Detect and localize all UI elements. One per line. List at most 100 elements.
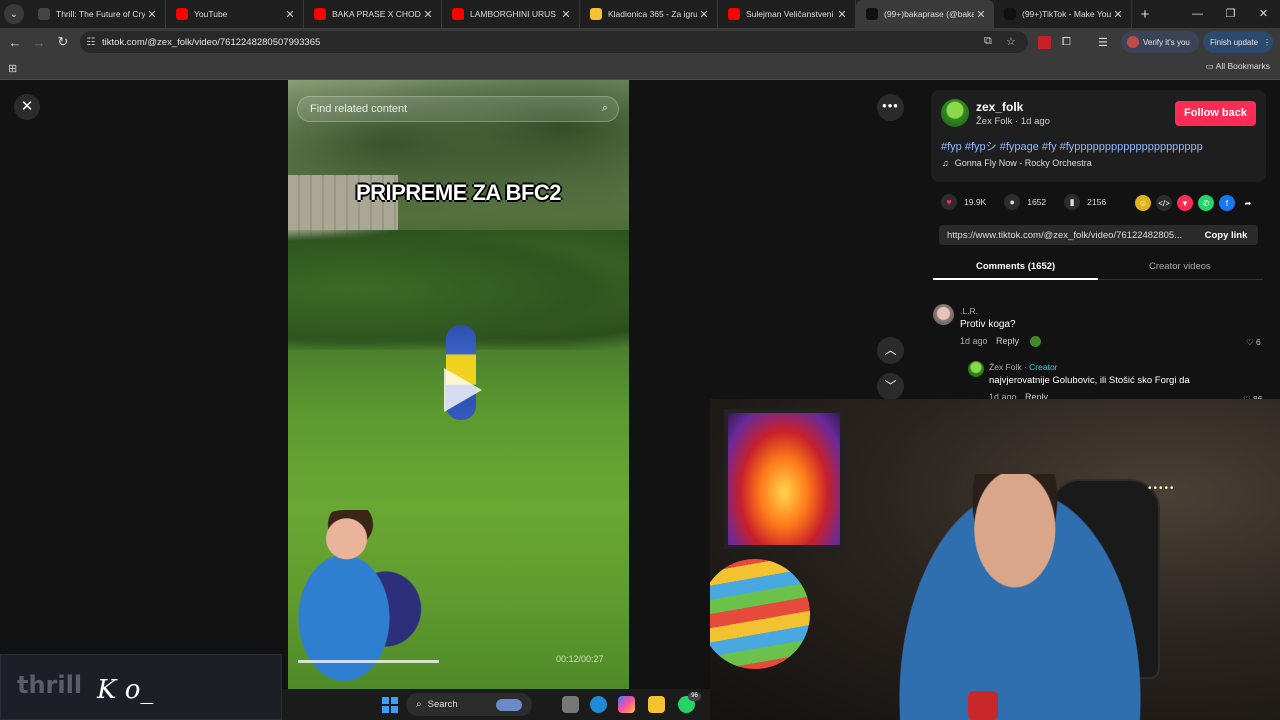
chevron-up-icon: ︿ <box>884 343 897 357</box>
search-icon[interactable]: ⌕ <box>602 102 608 115</box>
heart-icon: ♥ <box>941 194 957 210</box>
share-icons: ☺ </> ▼ ✆ f ➦ <box>1135 195 1261 211</box>
taskbar-search[interactable]: ⌕ Search <box>406 693 532 716</box>
reply-author-name: Žex Folk <box>989 362 1022 372</box>
creator-username[interactable]: zex_folk <box>976 100 1023 114</box>
tab-strip: ⌄ Thrill: The Future of Crypto✕YouTube✕B… <box>0 0 1280 28</box>
extension-s-icon[interactable] <box>1038 31 1051 53</box>
comment-button[interactable]: ● 1652 <box>1004 194 1046 210</box>
browser-tab[interactable]: (99+)bakaprase (@bakap ✕ <box>856 0 994 28</box>
reload-icon[interactable]: ↻ <box>51 34 75 50</box>
facebook-icon[interactable]: f <box>1219 195 1235 211</box>
close-tab-icon[interactable]: ✕ <box>974 8 988 21</box>
kebab-icon: ⋮ <box>1263 37 1272 47</box>
like-count: 19.9K <box>964 197 987 207</box>
comment-author[interactable]: .L.R. <box>960 306 978 316</box>
share-arrow-icon[interactable]: ➦ <box>1240 195 1256 211</box>
music-row[interactable]: ♫ Gonna Fly Now - Rocky Orchestra <box>942 158 1092 168</box>
install-icon[interactable]: ⧉ <box>984 35 992 48</box>
thrill-favicon-icon <box>38 8 50 20</box>
more-options-button[interactable]: ••• <box>877 94 904 121</box>
browser-tab[interactable]: Kladionica 365 - Za igru s ✕ <box>580 0 718 28</box>
close-tab-icon[interactable]: ✕ <box>1111 8 1125 21</box>
address-bar[interactable]: ☷ tiktok.com/@zex_folk/video/76122482805… <box>80 31 1028 53</box>
next-video-button[interactable]: ﹀ <box>877 373 904 400</box>
browser-tab[interactable]: BAKA PRASE X CHODA - L✕ <box>304 0 442 28</box>
minimize-icon[interactable]: — <box>1181 0 1214 28</box>
close-tab-icon[interactable]: ✕ <box>283 8 297 21</box>
close-window-icon[interactable]: ✕ <box>1247 0 1280 28</box>
tv-fireplace <box>724 409 844 549</box>
browser-tab[interactable]: Thrill: The Future of Crypto✕ <box>28 0 166 28</box>
copy-link-button[interactable]: Copy link <box>1194 230 1258 241</box>
follow-back-button[interactable]: Follow back <box>1175 101 1256 126</box>
restore-icon[interactable]: ❐ <box>1214 0 1247 28</box>
close-tab-icon[interactable]: ✕ <box>835 8 849 21</box>
send-icon[interactable]: ▼ <box>1177 195 1193 211</box>
browser-tab-title: Sulejman Veličanstveni Ep <box>746 9 835 19</box>
chevron-down-icon: ﹀ <box>884 379 897 393</box>
comment-count: 1652 <box>1027 197 1047 207</box>
close-video-button[interactable]: ✕ <box>14 94 40 120</box>
related-search-input[interactable]: Find related content ⌕ <box>297 96 619 122</box>
embed-icon[interactable]: </> <box>1156 195 1172 211</box>
forward-icon[interactable]: → <box>27 35 51 50</box>
finish-update-button[interactable]: Finish update ⋮ <box>1203 31 1273 53</box>
whatsapp-icon[interactable]: ✆ <box>1198 195 1214 211</box>
site-info-icon[interactable]: ☷ <box>80 37 102 48</box>
edge-icon[interactable] <box>590 696 607 713</box>
windows-start-icon[interactable] <box>382 697 398 713</box>
video-progress-bar[interactable] <box>298 660 439 663</box>
commenter-avatar[interactable] <box>933 304 954 325</box>
browser-tab[interactable]: LAMBORGHINI URUS MA✕ <box>442 0 580 28</box>
apps-grid-icon[interactable]: ⊞ <box>8 62 17 75</box>
close-tab-icon[interactable]: ✕ <box>559 8 573 21</box>
heart-outline-icon: ♡ <box>1246 337 1254 347</box>
youtube-favicon-icon <box>452 8 464 20</box>
search-icon: ⌕ <box>416 699 422 710</box>
new-tab-button[interactable]: + <box>1132 0 1158 28</box>
close-tab-icon[interactable]: ✕ <box>421 8 435 21</box>
close-icon: ✕ <box>20 98 34 115</box>
windows-taskbar: ⌕ Search 96 <box>282 689 710 720</box>
comment-like-button[interactable]: ♡ 6 <box>1246 337 1261 348</box>
copilot-icon[interactable] <box>618 696 635 713</box>
tab-creator-videos[interactable]: Creator videos <box>1149 261 1211 272</box>
drink-can <box>968 691 998 720</box>
all-bookmarks-label: All Bookmarks <box>1215 61 1270 71</box>
creator-avatar[interactable] <box>941 99 969 127</box>
like-button[interactable]: ♥ 19.9K <box>941 194 986 210</box>
reading-list-icon[interactable]: ☰ <box>1098 31 1108 53</box>
comment-reply-button[interactable]: Reply <box>996 336 1019 346</box>
share-link-url[interactable]: https://www.tiktok.com/@zex_folk/video/7… <box>939 230 1194 241</box>
close-tab-icon[interactable]: ✕ <box>145 8 159 21</box>
bookmark-star-icon[interactable]: ☆ <box>1006 35 1016 48</box>
url-text: tiktok.com/@zex_folk/video/7612248280507… <box>102 36 321 48</box>
browser-tab[interactable]: Sulejman Veličanstveni Ep✕ <box>718 0 856 28</box>
browser-toolbar: ← → ↻ ☷ tiktok.com/@zex_folk/video/76122… <box>0 28 1280 56</box>
tab-comments[interactable]: Comments (1652) <box>976 261 1055 272</box>
browser-tab[interactable]: (99+)TikTok - Make Your ✕ <box>994 0 1132 28</box>
reply-author[interactable]: Žex Folk · Creator <box>989 362 1058 372</box>
streamer <box>890 474 1150 720</box>
all-bookmarks-button[interactable]: ▭ All Bookmarks <box>1206 61 1270 72</box>
video-player[interactable]: Find related content ⌕ PRIPREME ZA BFC2 … <box>288 80 629 689</box>
music-title: Gonna Fly Now - Rocky Orchestra <box>954 158 1092 168</box>
music-note-icon: ♫ <box>942 158 949 168</box>
task-view-icon[interactable] <box>562 696 579 713</box>
verify-button[interactable]: Verify it's you <box>1121 31 1199 53</box>
extensions-puzzle-icon[interactable]: ⧠ <box>1062 31 1071 53</box>
previous-video-button[interactable]: ︿ <box>877 337 904 364</box>
browser-tab[interactable]: YouTube ✕ <box>166 0 304 28</box>
play-icon[interactable] <box>444 368 482 412</box>
reply-avatar[interactable] <box>968 361 984 377</box>
file-explorer-icon[interactable] <box>648 696 665 713</box>
hashtags[interactable]: #fyp #fypシ #fypage #fy #fypppppppppppppp… <box>941 138 1203 154</box>
back-icon[interactable]: ← <box>3 35 27 50</box>
comment-time: 1d ago <box>960 336 988 346</box>
repost-icon[interactable]: ☺ <box>1135 195 1151 211</box>
tab-search-button[interactable]: ⌄ <box>0 0 28 28</box>
related-search-placeholder: Find related content <box>310 103 408 115</box>
save-button[interactable]: ▮ 2156 <box>1064 194 1106 210</box>
close-tab-icon[interactable]: ✕ <box>697 8 711 21</box>
